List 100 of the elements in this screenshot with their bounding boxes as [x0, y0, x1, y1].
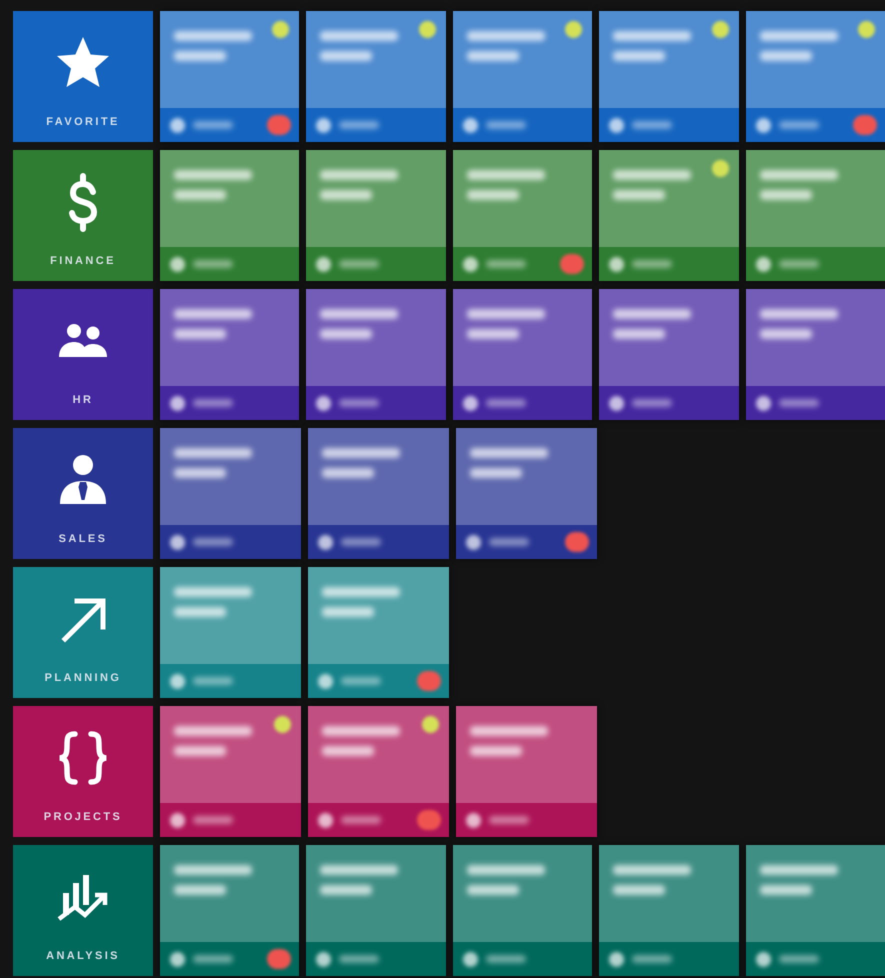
category-label: PLANNING	[44, 672, 122, 684]
blurred-text	[778, 955, 819, 963]
blurred-text	[193, 955, 233, 963]
blurred-text	[320, 885, 372, 895]
blurred-icon	[756, 396, 771, 410]
blurred-text	[320, 51, 372, 61]
blurred-text	[778, 121, 819, 129]
app-tile[interactable]	[599, 289, 739, 420]
app-tile[interactable]	[308, 567, 449, 698]
blurred-icon	[609, 118, 624, 132]
app-tile[interactable]	[306, 845, 446, 976]
blurred-icon	[462, 396, 478, 410]
blurred-text	[489, 538, 529, 546]
app-tile[interactable]	[746, 845, 885, 976]
blurred-icon	[316, 952, 332, 966]
blurred-text	[174, 190, 226, 200]
blurred-icon	[609, 952, 624, 966]
app-tile[interactable]	[160, 289, 300, 420]
blurred-text	[193, 816, 233, 824]
app-tile[interactable]	[452, 11, 592, 142]
blurred-text	[613, 885, 666, 895]
app-tile[interactable]	[746, 150, 885, 281]
blurred-text	[486, 260, 526, 268]
category-tile[interactable]: ANALYSIS	[13, 845, 153, 976]
blurred-text	[778, 260, 819, 268]
blurred-text	[339, 399, 380, 407]
app-tile[interactable]	[746, 289, 885, 420]
blurred-icon	[462, 256, 478, 272]
blurred-text	[466, 885, 519, 895]
blurred-icon	[466, 812, 481, 828]
app-tile[interactable]	[456, 428, 597, 559]
app-tile[interactable]	[306, 11, 446, 142]
blurred-text	[470, 468, 522, 478]
blurred-text	[486, 121, 526, 129]
app-tile[interactable]	[308, 706, 449, 837]
category-tile[interactable]: FINANCE	[13, 150, 153, 281]
app-tile[interactable]	[452, 845, 592, 976]
blurred-icon	[466, 534, 481, 550]
blurred-icon	[170, 118, 185, 132]
blurred-text	[778, 399, 819, 407]
blurred-icon	[462, 952, 478, 966]
blurred-text	[760, 51, 812, 61]
app-tile[interactable]	[452, 289, 592, 420]
blurred-text	[470, 746, 522, 756]
app-tile[interactable]	[160, 11, 300, 142]
blurred-text	[341, 816, 381, 824]
blurred-icon	[170, 674, 185, 688]
blurred-icon	[316, 118, 332, 132]
app-tile[interactable]	[160, 150, 300, 281]
blurred-text	[613, 190, 666, 200]
category-tile[interactable]: HR	[13, 289, 153, 420]
blurred-text	[486, 955, 526, 963]
blurred-text	[193, 677, 233, 685]
app-tile[interactable]	[160, 706, 301, 837]
blurred-icon	[316, 396, 332, 410]
app-tile[interactable]	[456, 706, 597, 837]
app-tile[interactable]	[599, 11, 739, 142]
category-label: ANALYSIS	[46, 950, 120, 962]
blurred-text	[174, 329, 226, 339]
blurred-text	[632, 399, 672, 407]
category-tile[interactable]: PROJECTS	[13, 706, 153, 837]
app-tile[interactable]	[306, 150, 446, 281]
category-tile[interactable]: FAVORITE	[13, 11, 153, 142]
blurred-text	[322, 607, 374, 617]
blurred-text	[466, 190, 519, 200]
app-tile[interactable]	[308, 428, 449, 559]
blurred-icon	[170, 256, 185, 272]
blurred-icon	[756, 952, 771, 966]
blurred-icon	[318, 812, 333, 828]
blurred-text	[339, 121, 380, 129]
blurred-text	[193, 538, 233, 546]
category-tile[interactable]: SALES	[13, 428, 153, 559]
blurred-text	[322, 746, 374, 756]
blurred-text	[760, 885, 812, 895]
category-label: PROJECTS	[44, 811, 122, 823]
blurred-text	[339, 955, 380, 963]
blurred-text	[632, 121, 672, 129]
blurred-text	[760, 190, 812, 200]
blurred-text	[486, 399, 526, 407]
app-tile[interactable]	[599, 845, 739, 976]
app-tile[interactable]	[160, 567, 301, 698]
app-tile[interactable]	[160, 845, 300, 976]
blurred-icon	[170, 812, 185, 828]
blurred-icon	[170, 534, 185, 550]
category-label: FINANCE	[50, 255, 116, 267]
blurred-text	[632, 260, 672, 268]
app-tile[interactable]	[160, 428, 301, 559]
blurred-icon	[756, 118, 771, 132]
blurred-text	[466, 329, 519, 339]
category-tile[interactable]: PLANNING	[13, 567, 153, 698]
app-tile[interactable]	[746, 11, 885, 142]
blurred-icon	[170, 952, 185, 966]
app-tile[interactable]	[452, 150, 592, 281]
app-tile[interactable]	[306, 289, 446, 420]
blurred-icon	[316, 256, 332, 272]
blurred-icon	[318, 534, 333, 550]
blurred-text	[193, 399, 233, 407]
app-tile[interactable]	[599, 150, 739, 281]
blurred-icon	[609, 256, 624, 272]
blurred-text	[174, 746, 226, 756]
